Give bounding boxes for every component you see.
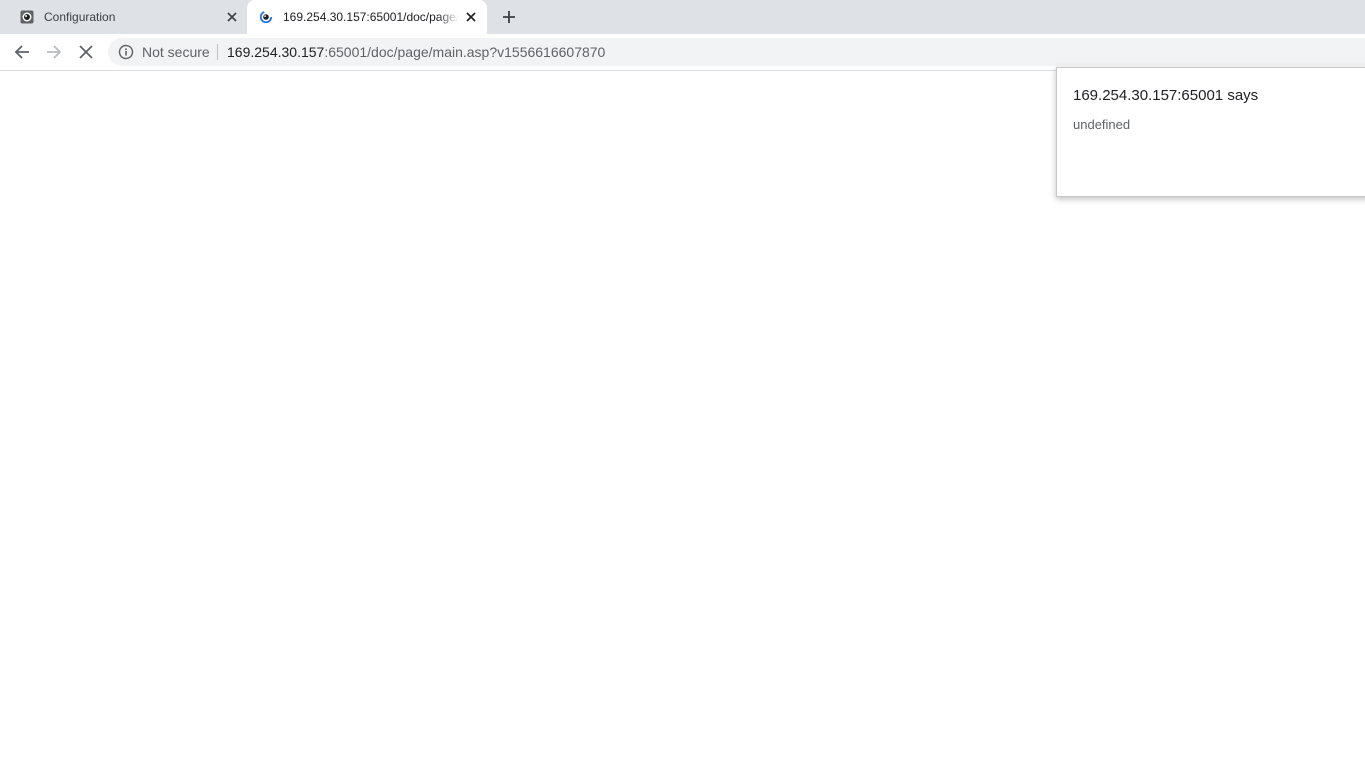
tab-title: Configuration [44, 10, 116, 24]
forward-button[interactable] [40, 38, 68, 66]
url-text[interactable]: 169.254.30.157:65001/doc/page/main.asp?v… [227, 44, 605, 60]
tab-strip: Configuration 169.254.30.157:65001/doc/p… [0, 0, 1365, 34]
address-bar[interactable]: Not secure 169.254.30.157:65001/doc/page… [108, 38, 1365, 66]
close-icon [466, 12, 476, 22]
plus-icon [503, 11, 515, 23]
arrow-left-icon [14, 45, 29, 59]
info-icon[interactable] [118, 44, 134, 60]
security-label[interactable]: Not secure [142, 44, 210, 60]
tab-title: 169.254.30.157:65001/doc/page/main.asp?v… [283, 10, 459, 24]
stop-x-icon [79, 45, 93, 59]
tab-close-button[interactable] [224, 9, 240, 25]
tab-close-button[interactable] [463, 9, 479, 25]
alert-dialog: 169.254.30.157:65001 says undefined [1056, 67, 1365, 197]
url-path: :65001/doc/page/main.asp?v1556616607870 [324, 44, 606, 60]
loading-spinner-icon [259, 10, 273, 24]
browser-toolbar: Not secure 169.254.30.157:65001/doc/page… [0, 34, 1365, 70]
new-tab-button[interactable] [497, 5, 521, 29]
tab-main-asp[interactable]: 169.254.30.157:65001/doc/page/main.asp?v… [247, 0, 487, 34]
close-icon [227, 12, 237, 22]
dialog-title: 169.254.30.157:65001 says [1073, 87, 1259, 104]
tab-configuration[interactable]: Configuration [8, 0, 246, 34]
url-host: 169.254.30.157 [227, 44, 325, 60]
omnibox-separator [217, 44, 218, 60]
stop-button[interactable] [72, 38, 100, 66]
dialog-message: undefined [1073, 117, 1131, 132]
arrow-right-icon [47, 45, 62, 59]
camera-lens-icon [20, 10, 34, 24]
back-button[interactable] [8, 38, 36, 66]
